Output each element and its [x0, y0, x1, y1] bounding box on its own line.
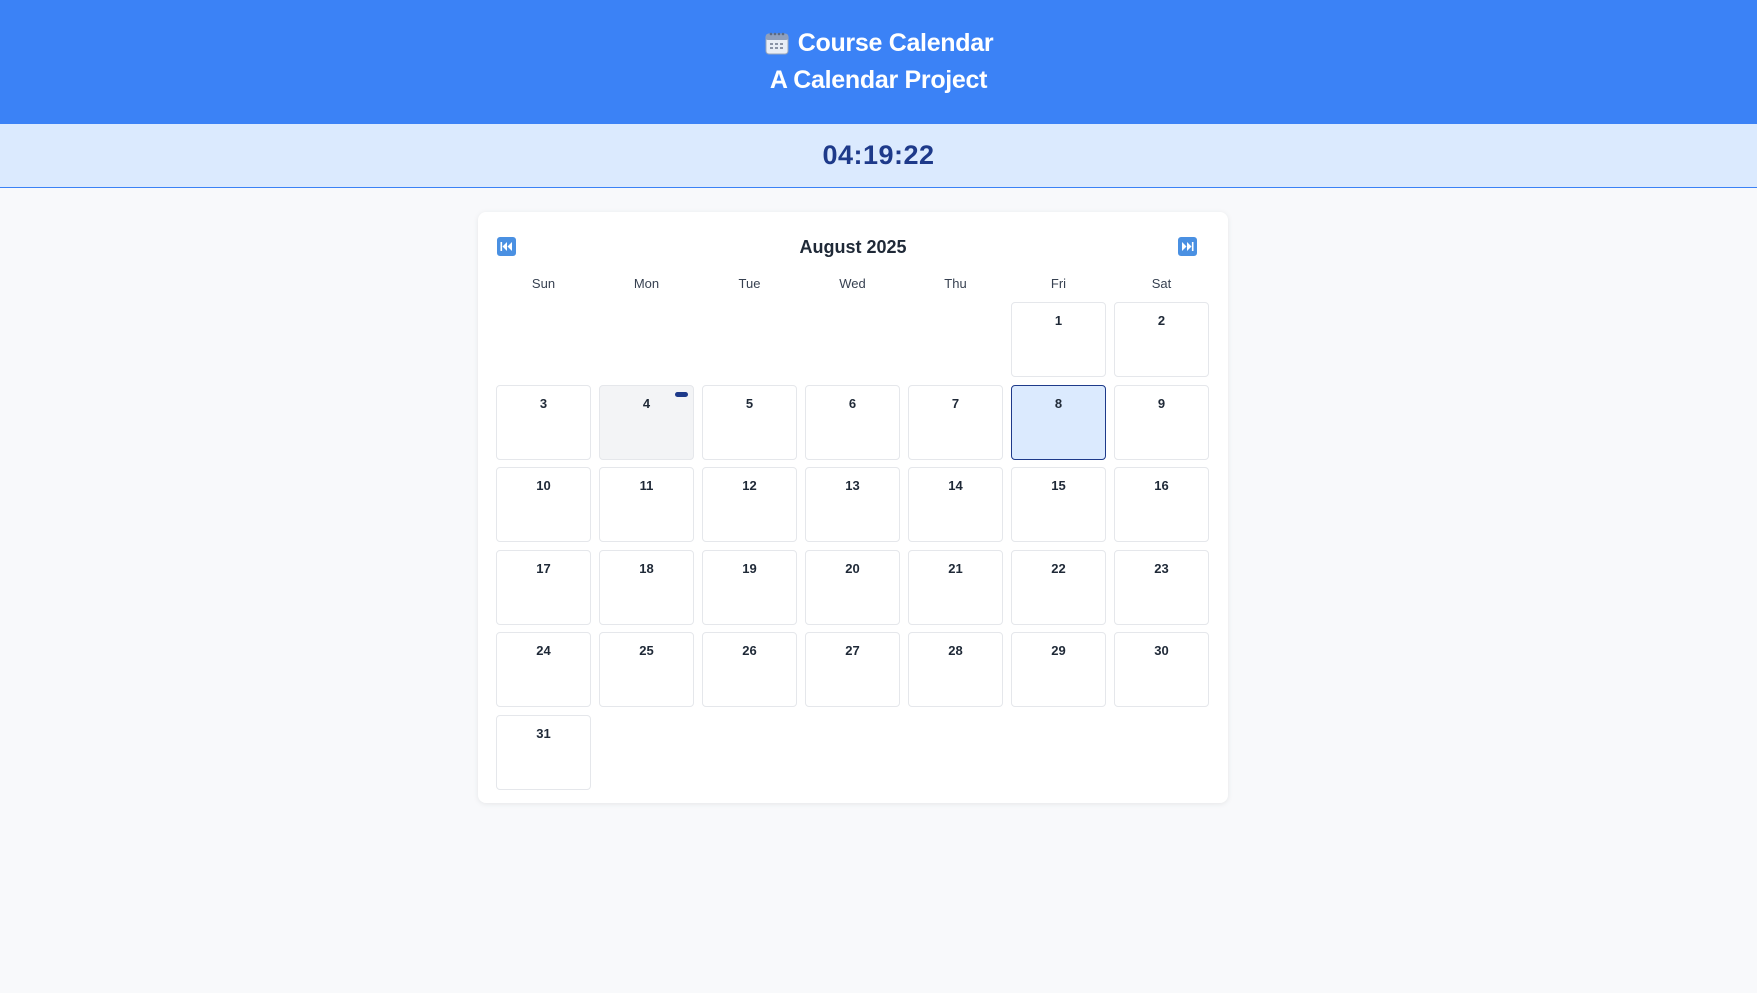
day-cell[interactable]: 9: [1114, 384, 1209, 460]
empty-day-slot: [599, 302, 694, 377]
day-cell[interactable]: 7: [908, 384, 1003, 460]
day-cell[interactable]: 28: [908, 632, 1003, 707]
day-cell[interactable]: 23: [1114, 549, 1209, 625]
calendar-icon: [764, 30, 790, 56]
day-cell[interactable]: 24: [496, 632, 591, 707]
app-header: Course Calendar A Calendar Project: [0, 0, 1757, 124]
empty-day-slot: [496, 302, 591, 377]
day-number: 12: [742, 478, 757, 493]
day-cell[interactable]: 5: [702, 384, 797, 460]
day-cell[interactable]: 2: [1114, 302, 1209, 377]
day-number: 5: [745, 395, 754, 411]
day-number: 18: [639, 560, 654, 576]
day-number: 22: [1051, 560, 1066, 576]
weekday-label: Tue: [738, 275, 761, 291]
day-number: 11: [639, 478, 654, 493]
month-title: August 2025: [799, 236, 907, 257]
day-number: 13: [845, 478, 860, 493]
day-number: 9: [1157, 395, 1166, 411]
day-number: 30: [1154, 643, 1169, 658]
day-number: 27: [845, 643, 860, 658]
day-number: 20: [845, 560, 860, 576]
calendar-header: August 2025: [496, 230, 1210, 264]
day-number: 29: [1051, 643, 1066, 658]
day-cell[interactable]: 14: [908, 467, 1003, 542]
day-cell[interactable]: 20: [805, 549, 900, 625]
day-number: 3: [539, 395, 548, 411]
day-cell[interactable]: 10: [496, 467, 591, 542]
fast-forward-icon: [1182, 242, 1194, 251]
empty-day-slot: [702, 302, 797, 377]
rewind-icon: [500, 242, 512, 251]
header-title: Course Calendar: [797, 28, 994, 57]
day-cell[interactable]: 16: [1114, 467, 1209, 542]
clock-bar: 04:19:22: [0, 124, 1757, 188]
day-cell[interactable]: 18: [599, 549, 694, 625]
day-number: 7: [951, 395, 960, 411]
event-marker[interactable]: [675, 391, 688, 397]
day-cell[interactable]: 25: [599, 632, 694, 707]
day-number: 1: [1054, 313, 1063, 328]
weekday-label: Sun: [531, 275, 556, 291]
clock-display: 04:19:22: [822, 140, 935, 170]
day-number: 6: [848, 395, 857, 411]
weekday-label: Fri: [1050, 275, 1067, 291]
day-number: 24: [536, 643, 551, 658]
day-cell[interactable]: 11: [599, 467, 694, 542]
next-month-button[interactable]: [1178, 237, 1197, 256]
day-cell[interactable]: 12: [702, 467, 797, 542]
prev-month-button[interactable]: [497, 237, 516, 256]
weekday-label: Thu: [944, 275, 967, 291]
day-number: 31: [536, 725, 551, 741]
day-cell[interactable]: 31: [496, 714, 591, 790]
empty-day-slot: [805, 302, 900, 377]
day-cell[interactable]: 22: [1011, 549, 1106, 625]
day-number: 14: [948, 478, 963, 493]
day-cell[interactable]: 4: [599, 384, 694, 460]
header-subtitle: A Calendar Project: [769, 66, 988, 94]
day-cell[interactable]: 13: [805, 467, 900, 542]
day-number: 23: [1154, 560, 1169, 576]
weekday-label: Wed: [839, 275, 866, 291]
day-number: 10: [536, 478, 551, 493]
day-number: 19: [742, 560, 757, 576]
day-number: 4: [642, 395, 651, 411]
day-cell[interactable]: 6: [805, 384, 900, 460]
day-number: 15: [1051, 478, 1066, 493]
day-cell[interactable]: 30: [1114, 632, 1209, 707]
day-number: 21: [948, 560, 963, 576]
calendar-card: August 2025 Sun Mon Tue Wed Thu Fri Sat 123456…: [478, 212, 1228, 803]
day-cell[interactable]: 19: [702, 549, 797, 625]
day-cell[interactable]: 3: [496, 384, 591, 460]
day-cell[interactable]: 29: [1011, 632, 1106, 707]
day-number: 25: [639, 643, 654, 658]
day-cell[interactable]: 21: [908, 549, 1003, 625]
weekday-label: Sat: [1151, 275, 1172, 291]
day-grid: 1 2 3 4 5 6 7 8 9 10 11 12 13 14 15 16 17 18 19 20 21 22 23 24 2…: [496, 302, 1210, 790]
day-cell[interactable]: 1: [1011, 302, 1106, 377]
day-number: 28: [948, 643, 963, 658]
weekday-label: Mon: [633, 275, 660, 291]
day-cell[interactable]: 26: [702, 632, 797, 707]
day-cell[interactable]: 27: [805, 632, 900, 707]
day-number: 2: [1157, 313, 1166, 328]
day-cell[interactable]: 17: [496, 549, 591, 625]
day-number: 16: [1154, 478, 1169, 493]
empty-day-slot: [908, 302, 1003, 377]
day-number: 26: [742, 643, 757, 658]
header-title-row: Course Calendar: [0, 26, 1757, 60]
day-cell[interactable]: 8: [1011, 384, 1106, 460]
day-cell[interactable]: 15: [1011, 467, 1106, 542]
day-number: 17: [536, 560, 551, 576]
day-number: 8: [1054, 395, 1063, 411]
weekday-row: Sun Mon Tue Wed Thu Fri Sat: [496, 270, 1210, 296]
